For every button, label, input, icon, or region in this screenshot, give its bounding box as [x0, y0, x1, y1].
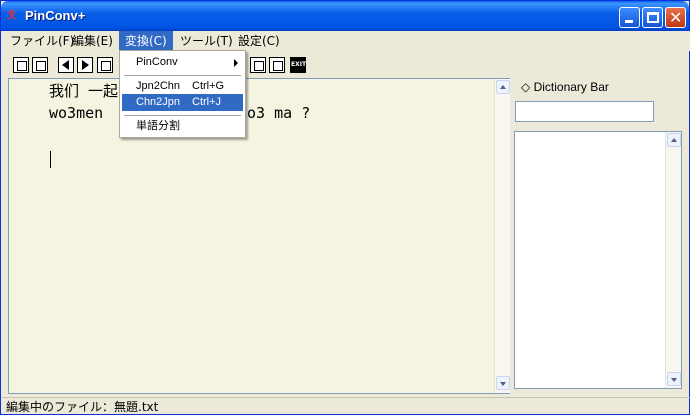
maximize-button[interactable] — [642, 7, 663, 28]
back-icon[interactable] — [58, 57, 74, 73]
status-bar: 編集中のファイル：無題.txt — [2, 397, 690, 415]
menu-separator — [124, 115, 241, 116]
toolbar: EXIT — [2, 53, 690, 77]
title-bar[interactable]: ℛ PinConv+ ✕ — [1, 1, 689, 31]
dict-scroll-up-button[interactable] — [667, 133, 681, 147]
text-editor[interactable]: 我们 一起 wo3men ao3 ma ? — [8, 78, 510, 394]
arrow-up-icon — [671, 138, 677, 142]
menu-edit[interactable]: 編集(E) — [66, 31, 119, 51]
menu-item-label: Chn2Jpn — [136, 96, 181, 108]
editor-line-1: 我们 一起 — [49, 82, 119, 100]
window-title: PinConv+ — [25, 8, 86, 23]
menu-item-label: Jpn2Chn — [136, 80, 181, 92]
menu-item-shortcut: Ctrl+J — [192, 96, 222, 108]
maximize-icon — [647, 12, 659, 23]
dictionary-icon[interactable] — [269, 57, 285, 73]
minimize-button[interactable] — [619, 7, 640, 28]
arrow-up-icon — [500, 85, 506, 89]
app-window: ℛ PinConv+ ✕ ファイル(F) 編集(E) 変換(C) ツール(T) … — [0, 0, 690, 415]
dictionary-scrollbar[interactable] — [665, 132, 681, 388]
menu-item-jpn2chn[interactable]: Jpn2Chn Ctrl+G — [122, 78, 243, 95]
scroll-down-button[interactable] — [496, 376, 510, 390]
menu-item-pinconv[interactable]: PinConv — [122, 54, 243, 71]
editor-scrollbar[interactable] — [494, 79, 510, 393]
close-icon: ✕ — [669, 8, 683, 27]
new-file-icon[interactable] — [13, 57, 29, 73]
convert-menu-dropdown: PinConv Jpn2Chn Ctrl+G Chn2Jpn Ctrl+J 単語… — [119, 50, 246, 138]
refresh-icon[interactable] — [250, 57, 266, 73]
copy-icon[interactable] — [97, 57, 113, 73]
menu-item-shortcut: Ctrl+G — [192, 80, 225, 92]
dictionary-search-input[interactable] — [515, 101, 654, 122]
menu-item-label: 単語分割 — [136, 120, 180, 132]
exit-icon[interactable]: EXIT — [290, 57, 306, 73]
scroll-up-button[interactable] — [496, 80, 510, 94]
editor-line-2-end: ao3 ma ? — [238, 104, 311, 122]
close-button[interactable]: ✕ — [665, 7, 686, 28]
menu-item-word-split[interactable]: 単語分割 — [122, 118, 243, 135]
minimize-icon — [625, 20, 633, 23]
editor-line-2-start: wo3men — [49, 104, 104, 122]
dictionary-bar-label: ◇ Dictionary Bar — [521, 80, 609, 94]
menu-separator — [124, 75, 241, 76]
menu-item-chn2jpn[interactable]: Chn2Jpn Ctrl+J — [122, 94, 243, 111]
arrow-down-icon — [500, 382, 506, 386]
arrow-down-icon — [671, 378, 677, 382]
app-icon: ℛ — [7, 10, 16, 22]
forward-icon[interactable] — [77, 57, 93, 73]
menu-bar: ファイル(F) 編集(E) 変換(C) ツール(T) 設定(C) — [2, 31, 690, 51]
submenu-arrow-icon — [234, 59, 238, 67]
save-icon[interactable] — [32, 57, 48, 73]
menu-settings[interactable]: 設定(C) — [232, 31, 286, 51]
menu-item-label: PinConv — [136, 56, 178, 68]
text-caret — [50, 151, 51, 168]
dictionary-results[interactable] — [514, 131, 682, 389]
menu-tools[interactable]: ツール(T) — [174, 31, 239, 51]
dict-scroll-down-button[interactable] — [667, 372, 681, 386]
menu-convert[interactable]: 変換(C) — [119, 31, 173, 51]
